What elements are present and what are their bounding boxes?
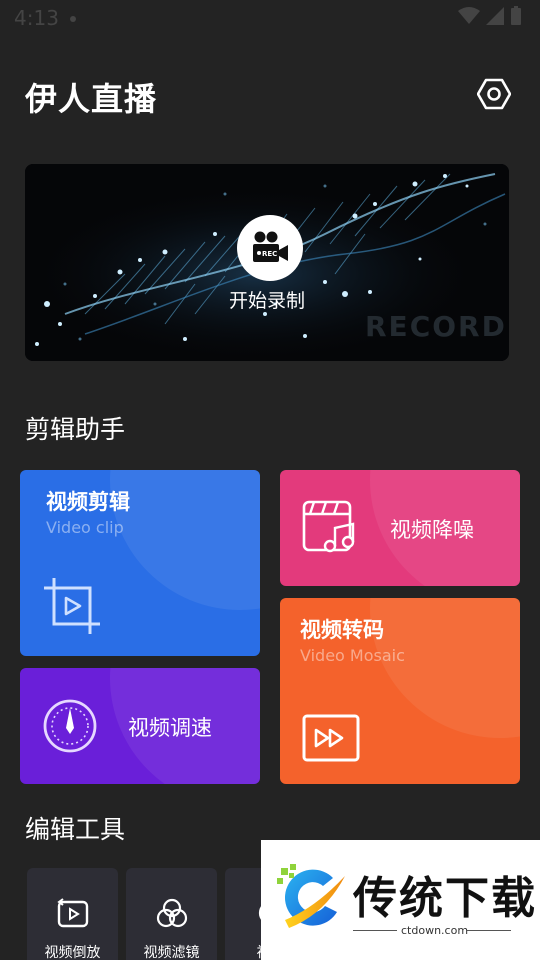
status-icons [458, 6, 522, 26]
filter-circles-icon [156, 898, 188, 928]
svg-text:REC: REC [262, 250, 277, 258]
app-title: 伊人直播 [25, 80, 158, 118]
tool-label: 视频滤镜 [143, 945, 200, 960]
fast-forward-box-icon [302, 714, 360, 762]
record-watermark-text: RECORD [365, 310, 507, 343]
clapperboard-music-icon [302, 500, 355, 553]
record-button[interactable]: REC [237, 215, 303, 281]
notification-dot-icon [70, 16, 76, 22]
brand-logo [277, 864, 345, 928]
tool-label: 视频倒放 [44, 945, 101, 960]
video-denoise-card[interactable]: 视频降噪 [280, 470, 520, 586]
video-camera-rec-icon: REC [253, 231, 288, 262]
signal-icon [486, 7, 504, 25]
video-clip-title: 视频剪辑 [46, 490, 130, 514]
overlay-watermark: 传统下载 ctdown.com [261, 840, 540, 960]
wifi-icon [458, 7, 480, 24]
video-clip-subtitle: Video clip [46, 518, 124, 537]
crop-play-icon [44, 578, 100, 634]
speedometer-icon [43, 699, 97, 753]
video-transcode-subtitle: Video Mosaic [300, 646, 405, 665]
section-title-editing-assistant: 剪辑助手 [25, 415, 126, 444]
tool-video-reverse[interactable]: 视频倒放 [27, 868, 118, 960]
battery-icon [511, 6, 521, 25]
watermark-rule-left [353, 930, 397, 931]
watermark-url: ctdown.com [401, 924, 469, 937]
watermark-brand: 传统下载 [353, 873, 537, 924]
settings-hexagon-icon [477, 78, 511, 110]
watermark-rule-right [467, 930, 511, 931]
video-clip-card[interactable]: 视频剪辑 Video clip [20, 470, 260, 656]
video-speed-card[interactable]: 视频调速 [20, 668, 260, 784]
tool-video-filter[interactable]: 视频滤镜 [126, 868, 217, 960]
section-title-editing-tools: 编辑工具 [25, 815, 126, 844]
settings-button[interactable] [476, 76, 512, 112]
video-transcode-card[interactable]: 视频转码 Video Mosaic [280, 598, 520, 784]
video-transcode-title: 视频转码 [300, 618, 384, 642]
status-bar: 4:13 [0, 0, 540, 36]
status-time: 4:13 [14, 6, 59, 30]
record-banner[interactable]: REC 开始录制 RECORD [25, 164, 509, 361]
video-denoise-title: 视频降噪 [390, 518, 474, 542]
record-label: 开始录制 [228, 290, 305, 312]
video-speed-title: 视频调速 [128, 716, 212, 740]
reverse-play-icon [57, 898, 89, 928]
